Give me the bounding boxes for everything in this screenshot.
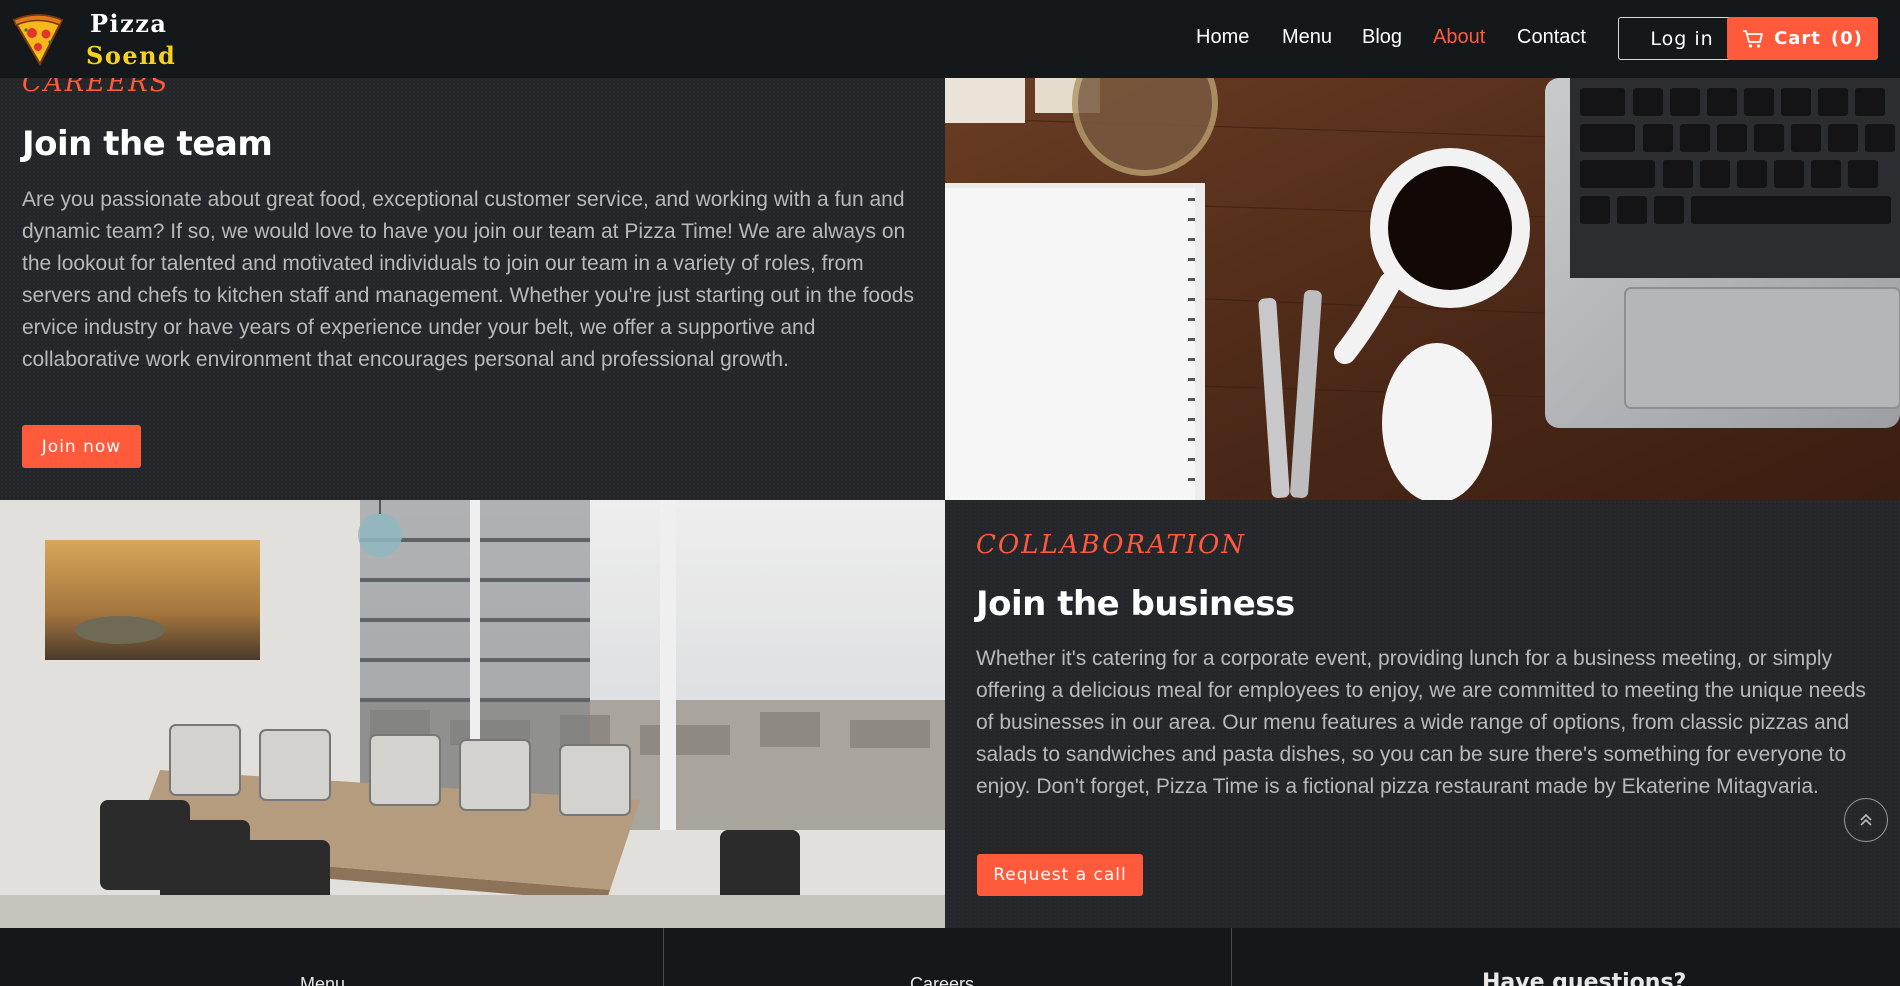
desk-photo <box>945 78 1900 500</box>
brand-name[interactable]: Pizza Soend <box>86 8 176 72</box>
collaboration-eyebrow: COLLABORATION <box>976 530 1247 560</box>
pizza-logo-icon[interactable] <box>10 8 66 68</box>
cart-icon <box>1743 29 1763 48</box>
careers-body: Are you passionate about great food, exc… <box>22 188 914 371</box>
site-footer: Menu Careers Have questions? <box>0 928 1900 986</box>
brand-line-1: Pizza <box>90 9 168 38</box>
site-header: Pizza Soend Home Menu Blog About Contact… <box>0 0 1900 78</box>
brand-line-2: Soend <box>86 41 177 70</box>
desk-photo-illustration <box>945 78 1900 500</box>
careers-title: Join the team <box>22 124 273 164</box>
collaboration-title: Join the business <box>976 584 1295 624</box>
cart-count: (0) <box>1830 28 1863 49</box>
footer-divider <box>663 928 664 986</box>
chevron-up-icon <box>1860 813 1872 826</box>
join-now-button[interactable]: Join now <box>22 425 141 468</box>
cart-label: Cart <box>1774 28 1821 49</box>
cart-button[interactable]: Cart (0) <box>1727 17 1878 60</box>
nav-contact[interactable]: Contact <box>1517 26 1586 49</box>
office-photo <box>0 500 945 928</box>
nav-home[interactable]: Home <box>1196 26 1249 49</box>
collaboration-body: Whether it's catering for a corporate ev… <box>976 647 1866 798</box>
footer-questions-heading: Have questions? <box>1482 970 1687 986</box>
nav-menu[interactable]: Menu <box>1282 26 1332 49</box>
nav-blog[interactable]: Blog <box>1362 26 1402 49</box>
nav-about[interactable]: About <box>1433 26 1485 49</box>
footer-menu-heading[interactable]: Menu <box>300 974 345 986</box>
footer-divider <box>1231 928 1232 986</box>
scroll-to-top-button[interactable] <box>1844 798 1888 842</box>
request-call-button[interactable]: Request a call <box>977 854 1143 896</box>
office-photo-illustration <box>0 500 945 928</box>
footer-careers-heading[interactable]: Careers <box>910 974 974 986</box>
